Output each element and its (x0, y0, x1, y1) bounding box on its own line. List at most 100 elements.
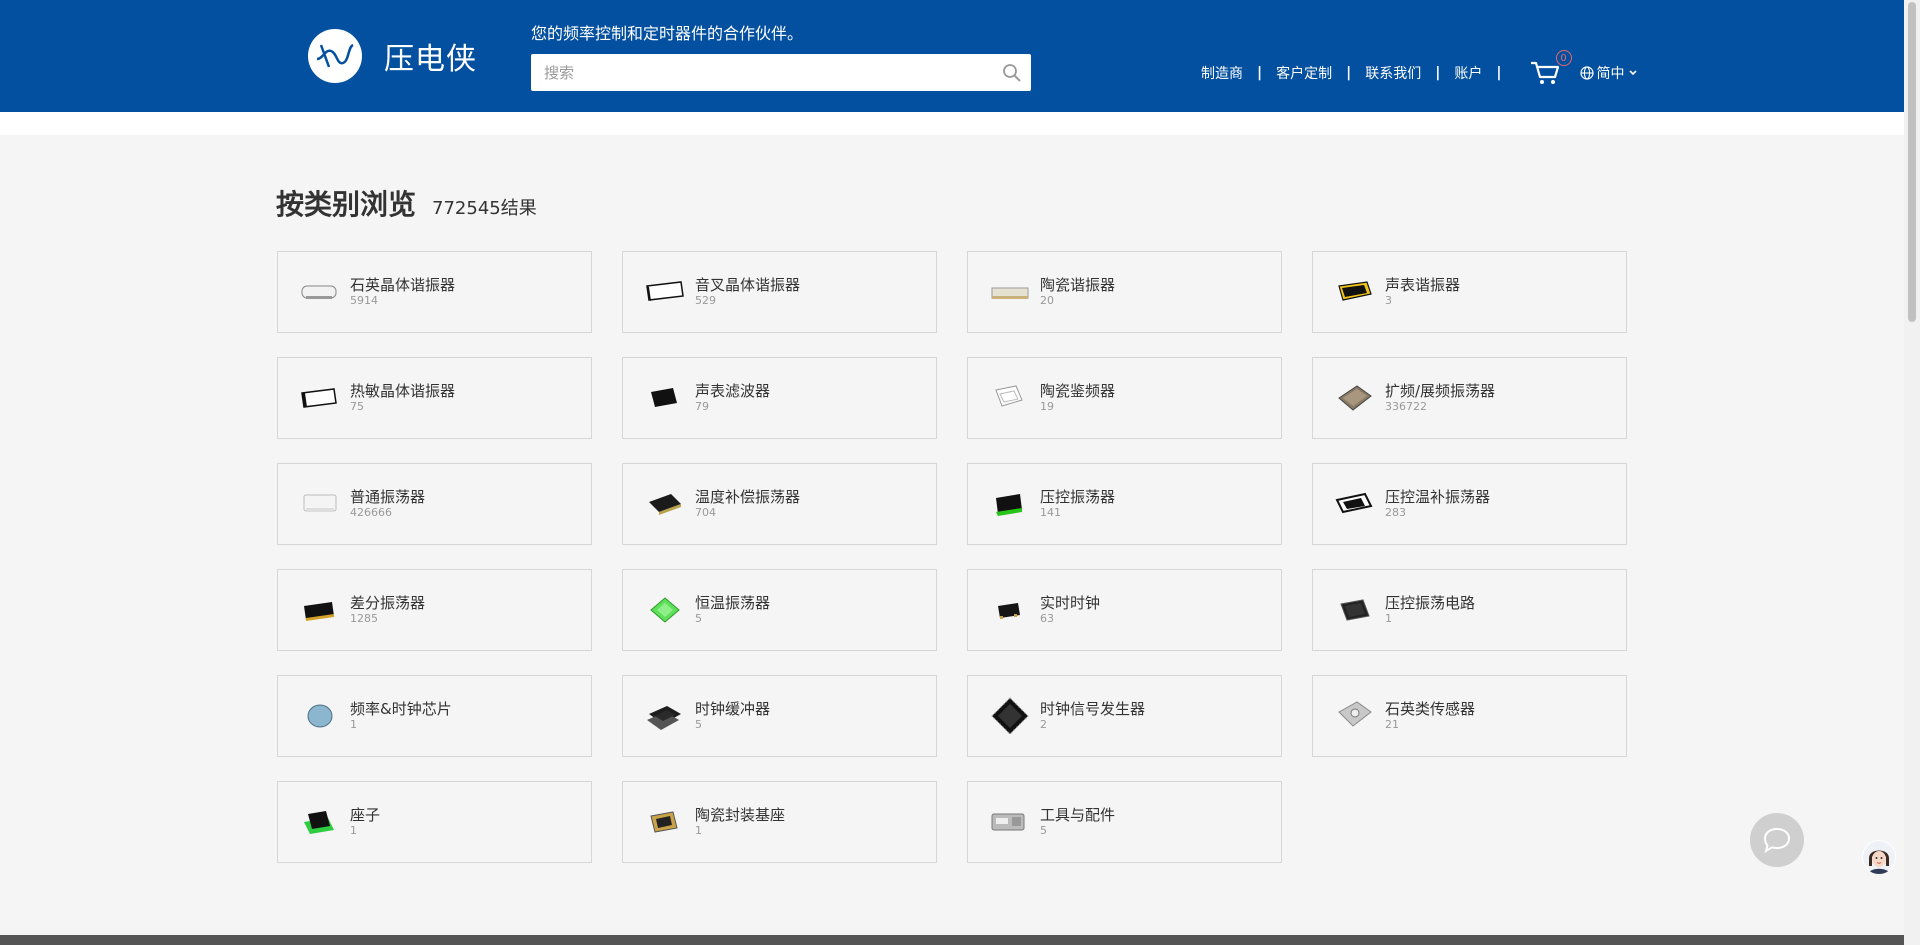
category-card[interactable]: 压控振荡器 141 (967, 463, 1282, 545)
support-avatar[interactable] (1862, 840, 1896, 874)
header-spacer (0, 112, 1904, 135)
support-agent-icon (1863, 841, 1895, 874)
ocxo-icon (643, 588, 687, 632)
category-card[interactable]: 时钟缓冲器 5 (622, 675, 937, 757)
clock-chip-icon (298, 694, 342, 738)
category-card[interactable]: 工具与配件 5 (967, 781, 1282, 863)
category-text: 频率&时钟芯片 1 (350, 700, 452, 732)
thermistor-crystal-icon (298, 376, 342, 420)
language-selector[interactable]: 简中 (1579, 63, 1641, 83)
search-input[interactable] (531, 54, 981, 91)
category-card[interactable]: 热敏晶体谐振器 75 (277, 357, 592, 439)
category-card[interactable]: 恒温振荡器 5 (622, 569, 937, 651)
category-card[interactable]: 石英晶体谐振器 5914 (277, 251, 592, 333)
category-name: 时钟缓冲器 (695, 700, 771, 718)
category-text: 压控振荡电路 1 (1385, 594, 1475, 626)
category-card[interactable]: 压控振荡电路 1 (1312, 569, 1627, 651)
page-scrollbar[interactable] (1904, 0, 1920, 945)
globe-icon (1579, 66, 1594, 80)
tcxo-icon (643, 482, 687, 526)
saw-resonator-icon (1333, 270, 1377, 314)
clock-buffer-icon (643, 694, 687, 738)
category-count: 704 (695, 506, 716, 519)
category-count: 75 (350, 400, 364, 413)
category-name: 石英类传感器 (1385, 700, 1476, 718)
category-card[interactable]: 音叉晶体谐振器 529 (622, 251, 937, 333)
nav-account[interactable]: 账户 (1454, 63, 1482, 83)
category-name: 时钟信号发生器 (1040, 700, 1146, 718)
category-card[interactable]: 声表滤波器 79 (622, 357, 937, 439)
category-text: 陶瓷谐振器 20 (1040, 276, 1115, 308)
category-count: 5 (1040, 824, 1047, 837)
chat-button[interactable] (1750, 813, 1804, 867)
category-count: 63 (1040, 612, 1054, 625)
category-card[interactable]: 普通振荡器 426666 (277, 463, 592, 545)
category-card[interactable]: 声表谐振器 3 (1312, 251, 1627, 333)
cart-button[interactable]: 0 (1530, 50, 1572, 86)
category-text: 恒温振荡器 5 (695, 594, 770, 626)
nav-divider: | (1346, 65, 1352, 81)
category-card[interactable]: 温度补偿振荡器 704 (622, 463, 937, 545)
tagline: 您的频率控制和定时器件的合作伙伴。 (531, 24, 804, 43)
logo-text: 压电侠 (384, 42, 477, 77)
category-name: 普通振荡器 (350, 488, 426, 506)
category-card[interactable]: 实时时钟 63 (967, 569, 1282, 651)
category-name: 声表谐振器 (1385, 276, 1461, 294)
category-text: 声表滤波器 79 (695, 382, 770, 414)
category-card[interactable]: 扩频/展频振荡器 336722 (1312, 357, 1627, 439)
category-name: 扩频/展频振荡器 (1385, 382, 1496, 400)
category-count: 5914 (350, 294, 378, 307)
nav-manufacturers[interactable]: 制造商 (1201, 63, 1243, 83)
top-nav: 制造商 | 客户定制 | 联系我们 | 账户 | 0 简中 (1201, 50, 1641, 86)
category-count: 1 (1385, 612, 1392, 625)
category-count: 1285 (350, 612, 378, 625)
category-text: 工具与配件 5 (1040, 806, 1115, 838)
category-card[interactable]: 压控温补振荡器 283 (1312, 463, 1627, 545)
site-logo[interactable]: 压电侠 (308, 29, 477, 83)
category-text: 普通振荡器 426666 (350, 488, 425, 520)
logo-icon (308, 29, 362, 83)
category-card[interactable]: 座子 1 (277, 781, 592, 863)
category-card[interactable]: 时钟信号发生器 2 (967, 675, 1282, 757)
category-text: 陶瓷鉴频器 19 (1040, 382, 1115, 414)
category-name: 座子 (350, 806, 381, 824)
category-text: 声表谐振器 3 (1385, 276, 1460, 308)
nav-contact-us[interactable]: 联系我们 (1365, 63, 1421, 83)
ceramic-package-icon (643, 800, 687, 844)
quartz-sensor-icon (1333, 694, 1377, 738)
clock-generator-icon (988, 694, 1032, 738)
nav-divider: | (1435, 65, 1441, 81)
category-name: 频率&时钟芯片 (350, 700, 452, 718)
category-name: 音叉晶体谐振器 (695, 276, 801, 294)
category-text: 压控温补振荡器 283 (1385, 488, 1490, 520)
category-card[interactable]: 频率&时钟芯片 1 (277, 675, 592, 757)
saw-filter-icon (643, 376, 687, 420)
nav-customization[interactable]: 客户定制 (1276, 63, 1332, 83)
search-icon[interactable] (1001, 62, 1023, 84)
oscillator-icon (298, 482, 342, 526)
category-text: 压控振荡器 141 (1040, 488, 1115, 520)
tuning-fork-crystal-icon (643, 270, 687, 314)
category-text: 时钟信号发生器 2 (1040, 700, 1145, 732)
category-card[interactable]: 陶瓷谐振器 20 (967, 251, 1282, 333)
category-count: 3 (1385, 294, 1392, 307)
category-name: 工具与配件 (1040, 806, 1116, 824)
category-text: 音叉晶体谐振器 529 (695, 276, 800, 308)
result-count: 772545结果 (432, 198, 537, 219)
category-count: 1 (350, 718, 357, 731)
scrollbar-thumb[interactable] (1908, 2, 1916, 322)
category-count: 21 (1385, 718, 1399, 731)
category-text: 陶瓷封装基座 1 (695, 806, 785, 838)
quartz-crystal-icon (298, 270, 342, 314)
category-card[interactable]: 差分振荡器 1285 (277, 569, 592, 651)
category-card[interactable]: 陶瓷封装基座 1 (622, 781, 937, 863)
category-name: 声表滤波器 (695, 382, 771, 400)
differential-oscillator-icon (298, 588, 342, 632)
socket-icon (298, 800, 342, 844)
chat-bubble-icon (1763, 827, 1791, 854)
category-name: 恒温振荡器 (695, 594, 771, 612)
category-card[interactable]: 陶瓷鉴频器 19 (967, 357, 1282, 439)
nav-divider: | (1496, 65, 1502, 81)
category-card[interactable]: 石英类传感器 21 (1312, 675, 1627, 757)
vcxo-icon (988, 482, 1032, 526)
